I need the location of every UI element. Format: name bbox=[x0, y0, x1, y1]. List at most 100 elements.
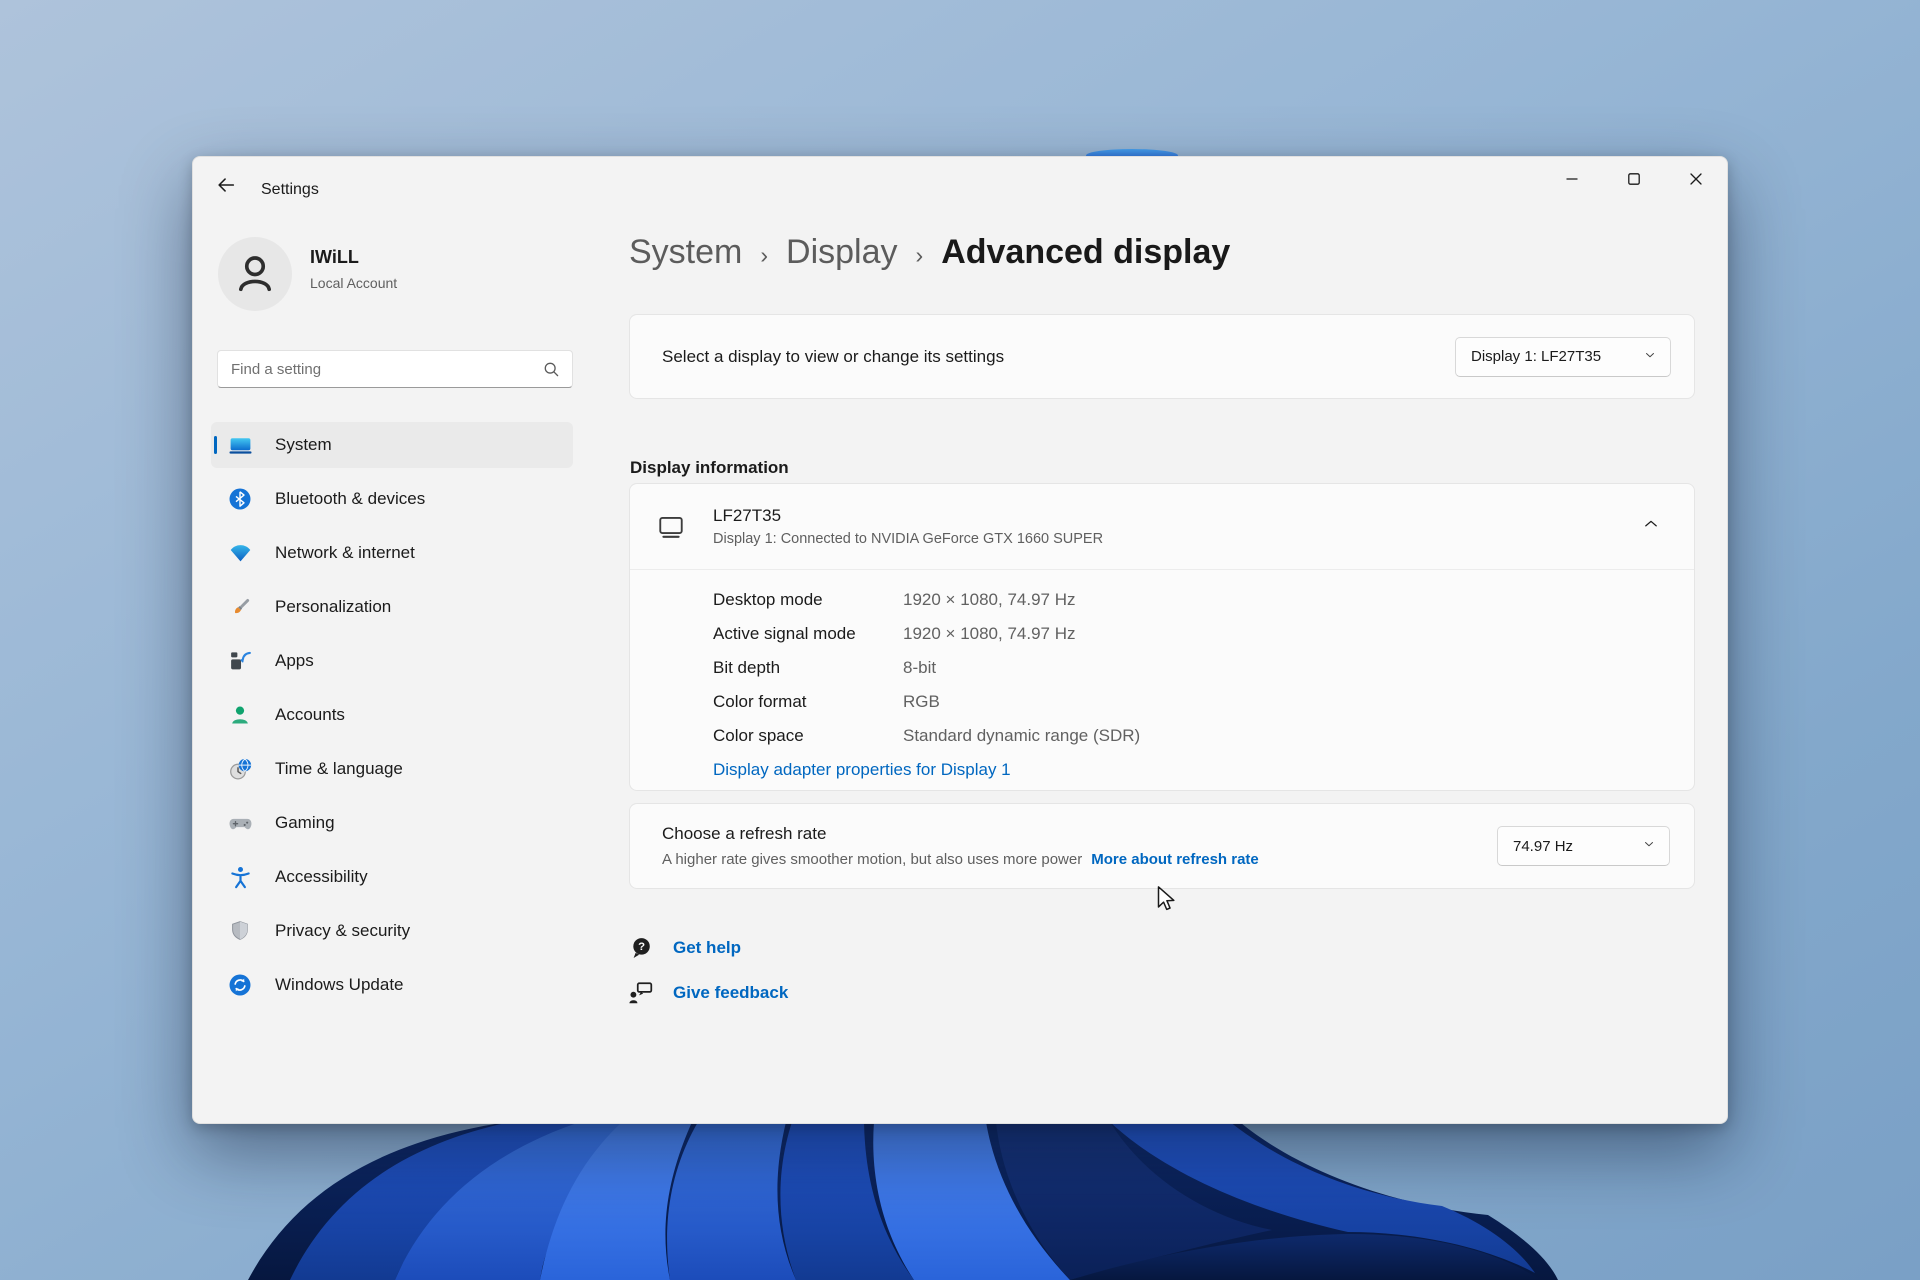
desktop-wallpaper: Settings IWiLL Local Account bbox=[0, 0, 1920, 1280]
account-type: Local Account bbox=[310, 275, 397, 291]
breadcrumb-system[interactable]: System bbox=[629, 233, 742, 272]
sidebar-item-label: Accounts bbox=[275, 705, 345, 725]
display-selector-label: Select a display to view or change its s… bbox=[662, 347, 1004, 367]
privacy-security-icon bbox=[227, 918, 253, 944]
maximize-button[interactable] bbox=[1603, 157, 1665, 203]
minimize-icon bbox=[1564, 171, 1580, 190]
sidebar-item-privacy-security[interactable]: Privacy & security bbox=[211, 908, 573, 954]
help-bubble-icon: ? bbox=[628, 935, 654, 961]
sidebar-item-label: Time & language bbox=[275, 759, 403, 779]
give-feedback-label: Give feedback bbox=[673, 983, 788, 1003]
back-button[interactable] bbox=[205, 167, 247, 205]
system-icon bbox=[227, 432, 253, 458]
sidebar-item-network-internet[interactable]: Network & internet bbox=[211, 530, 573, 576]
display-adapter-properties-link[interactable]: Display adapter properties for Display 1 bbox=[713, 760, 1011, 780]
page-title: Advanced display bbox=[941, 233, 1230, 272]
search-icon bbox=[541, 359, 562, 385]
accessibility-icon bbox=[227, 864, 253, 890]
detail-row-bit-depth: Bit depth 8-bit bbox=[713, 651, 1694, 685]
breadcrumb-display[interactable]: Display bbox=[786, 233, 897, 272]
network-icon bbox=[227, 540, 253, 566]
gaming-icon bbox=[227, 810, 253, 836]
person-icon bbox=[232, 249, 278, 300]
monitor-connection: Display 1: Connected to NVIDIA GeForce G… bbox=[713, 531, 1103, 547]
sidebar-item-gaming[interactable]: Gaming bbox=[211, 800, 573, 846]
window-title: Settings bbox=[261, 181, 319, 199]
close-button[interactable] bbox=[1665, 157, 1727, 203]
more-about-refresh-rate-link[interactable]: More about refresh rate bbox=[1091, 851, 1259, 868]
feedback-person-icon bbox=[628, 980, 654, 1006]
detail-label: Color space bbox=[713, 726, 903, 746]
sidebar-item-accessibility[interactable]: Accessibility bbox=[211, 854, 573, 900]
detail-label: Desktop mode bbox=[713, 590, 903, 610]
personalization-icon bbox=[227, 594, 253, 620]
sidebar-item-label: Gaming bbox=[275, 813, 335, 833]
sidebar-item-system[interactable]: System bbox=[211, 422, 573, 468]
sidebar-item-label: Apps bbox=[275, 651, 314, 671]
user-avatar[interactable] bbox=[218, 237, 292, 311]
detail-row-desktop-mode: Desktop mode 1920 × 1080, 74.97 Hz bbox=[713, 583, 1694, 617]
chevron-down-icon bbox=[1642, 837, 1656, 855]
detail-label: Bit depth bbox=[713, 658, 903, 678]
bluetooth-icon bbox=[227, 486, 253, 512]
detail-value: 1920 × 1080, 74.97 Hz bbox=[903, 624, 1076, 644]
sidebar-item-label: Bluetooth & devices bbox=[275, 489, 425, 509]
get-help-label: Get help bbox=[673, 938, 741, 958]
display-select-value: Display 1: LF27T35 bbox=[1471, 348, 1601, 365]
sidebar-item-label: Network & internet bbox=[275, 543, 415, 563]
display-information-title: Display information bbox=[630, 458, 789, 478]
sidebar-item-apps[interactable]: Apps bbox=[211, 638, 573, 684]
search-input[interactable] bbox=[218, 351, 572, 387]
give-feedback-link[interactable]: Give feedback bbox=[628, 973, 788, 1013]
refresh-rate-dropdown[interactable]: 74.97 Hz bbox=[1497, 826, 1670, 866]
detail-row-color-space: Color space Standard dynamic range (SDR) bbox=[713, 719, 1694, 753]
sidebar-item-windows-update[interactable]: Windows Update bbox=[211, 962, 573, 1008]
minimize-button[interactable] bbox=[1541, 157, 1603, 203]
svg-text:?: ? bbox=[638, 941, 645, 953]
refresh-rate-title: Choose a refresh rate bbox=[662, 824, 1259, 844]
display-information-header[interactable]: LF27T35 Display 1: Connected to NVIDIA G… bbox=[630, 484, 1694, 570]
accounts-icon bbox=[227, 702, 253, 728]
sidebar-item-bluetooth-devices[interactable]: Bluetooth & devices bbox=[211, 476, 573, 522]
close-icon bbox=[1688, 171, 1704, 190]
sidebar-item-label: Windows Update bbox=[275, 975, 404, 995]
display-selector-card: Select a display to view or change its s… bbox=[629, 314, 1695, 399]
display-select-dropdown[interactable]: Display 1: LF27T35 bbox=[1455, 337, 1671, 377]
sidebar-item-time-language[interactable]: Time & language bbox=[211, 746, 573, 792]
chevron-up-icon bbox=[1642, 515, 1660, 538]
time-language-icon bbox=[227, 756, 253, 782]
detail-label: Active signal mode bbox=[713, 624, 903, 644]
apps-icon bbox=[227, 648, 253, 674]
get-help-link[interactable]: ? Get help bbox=[628, 928, 741, 968]
sidebar-item-accounts[interactable]: Accounts bbox=[211, 692, 573, 738]
back-arrow-icon bbox=[215, 174, 237, 199]
mouse-cursor bbox=[1152, 884, 1180, 919]
breadcrumb-separator-icon: › bbox=[760, 242, 768, 269]
refresh-rate-value: 74.97 Hz bbox=[1513, 838, 1573, 855]
monitor-name: LF27T35 bbox=[713, 506, 1103, 526]
detail-value: 8-bit bbox=[903, 658, 936, 678]
refresh-rate-card: Choose a refresh rate A higher rate give… bbox=[629, 803, 1695, 889]
detail-label: Color format bbox=[713, 692, 903, 712]
window-controls bbox=[1541, 157, 1727, 203]
detail-row-color-format: Color format RGB bbox=[713, 685, 1694, 719]
monitor-icon bbox=[657, 513, 685, 541]
breadcrumb: System › Display › Advanced display bbox=[629, 233, 1230, 272]
display-details: Desktop mode 1920 × 1080, 74.97 Hz Activ… bbox=[630, 570, 1694, 780]
detail-value: Standard dynamic range (SDR) bbox=[903, 726, 1140, 746]
sidebar-item-personalization[interactable]: Personalization bbox=[211, 584, 573, 630]
sidebar-item-label: Personalization bbox=[275, 597, 391, 617]
detail-value: RGB bbox=[903, 692, 940, 712]
refresh-rate-description: A higher rate gives smoother motion, but… bbox=[662, 851, 1259, 868]
search-box bbox=[217, 350, 573, 388]
detail-value: 1920 × 1080, 74.97 Hz bbox=[903, 590, 1076, 610]
windows-update-icon bbox=[227, 972, 253, 998]
detail-row-active-signal-mode: Active signal mode 1920 × 1080, 74.97 Hz bbox=[713, 617, 1694, 651]
sidebar-item-label: Accessibility bbox=[275, 867, 368, 887]
settings-window: Settings IWiLL Local Account bbox=[192, 156, 1728, 1124]
sidebar-nav: System Bluetooth & devices Network & int… bbox=[211, 422, 573, 1016]
breadcrumb-separator-icon: › bbox=[916, 242, 924, 269]
sidebar-item-label: Privacy & security bbox=[275, 921, 410, 941]
display-information-card: LF27T35 Display 1: Connected to NVIDIA G… bbox=[629, 483, 1695, 791]
bloom-graphic bbox=[230, 1118, 1560, 1280]
